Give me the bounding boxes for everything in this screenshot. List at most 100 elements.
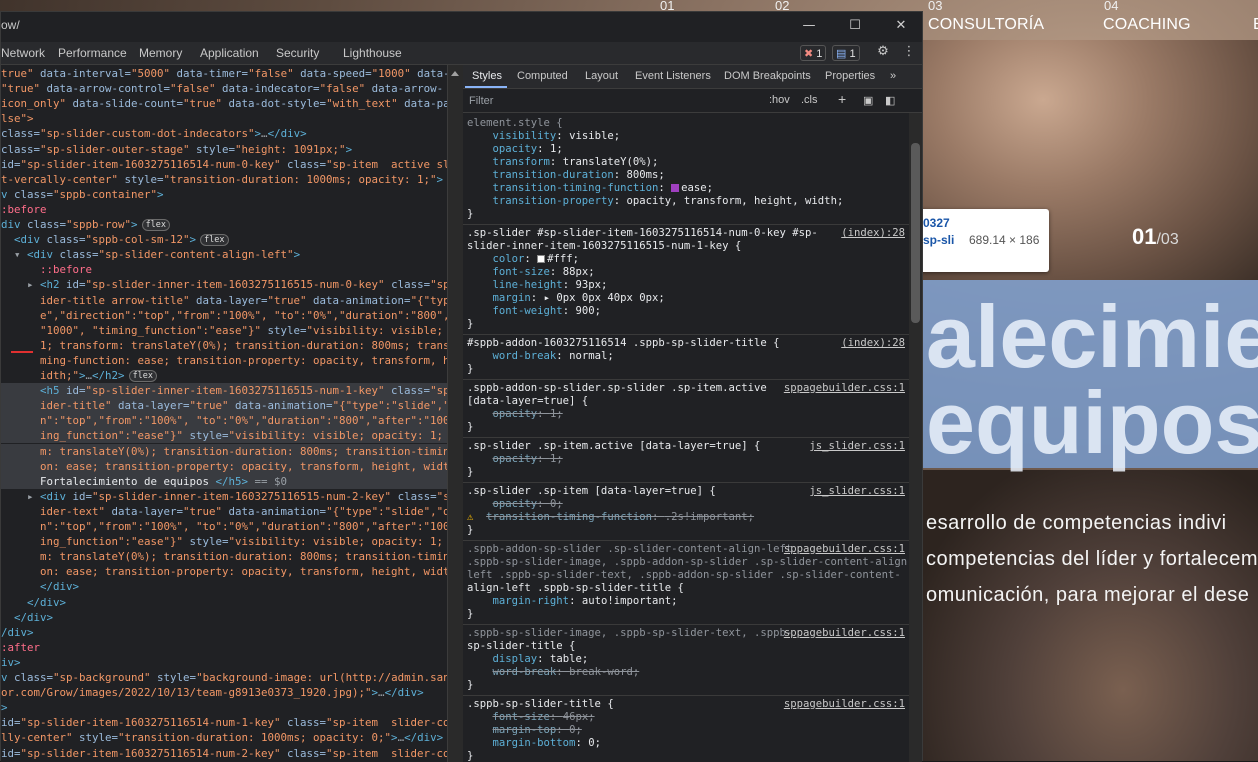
dom-tree-line[interactable]: idth;">…</h2>flex bbox=[1, 368, 447, 383]
nav-item-coaching[interactable]: COACHING bbox=[1103, 16, 1191, 34]
dom-tree-line[interactable]: Fortalecimiento de equipos </h5> == $0 bbox=[1, 474, 447, 489]
scroll-up-icon[interactable] bbox=[451, 71, 459, 76]
dom-tree-line[interactable]: true" data-interval="5000" data-timer="f… bbox=[1, 66, 447, 81]
dom-tree-line[interactable]: </div> bbox=[1, 579, 447, 594]
dom-tree-line[interactable]: "true" data-arrow-control="false" data-i… bbox=[1, 81, 447, 96]
elements-scrollbar[interactable] bbox=[447, 65, 463, 762]
css-declaration[interactable]: margin: ▸ 0px 0px 40px 0px; bbox=[467, 292, 665, 305]
css-source-link[interactable]: (index):28 bbox=[841, 337, 905, 350]
dom-tree-line[interactable]: on: ease; transition-property: opacity, … bbox=[1, 459, 447, 474]
css-source-link[interactable]: sppagebuilder.css:1 bbox=[784, 627, 905, 640]
css-declaration[interactable]: opacity: 1; bbox=[467, 408, 563, 421]
tab-styles[interactable]: Styles bbox=[472, 70, 502, 82]
tab-computed[interactable]: Computed bbox=[517, 70, 568, 82]
dom-tree-line[interactable]: "1000", "timing_function":"ease"}" style… bbox=[1, 323, 447, 338]
easing-editor-icon[interactable] bbox=[671, 184, 679, 192]
dom-tree-line[interactable]: t-vercally-center" style="transition-dur… bbox=[1, 172, 447, 187]
tab-event-listeners[interactable]: Event Listeners bbox=[635, 70, 711, 82]
dom-tree-line[interactable]: class="sp-slider-custom-dot-indecators">… bbox=[1, 126, 447, 141]
tab-properties[interactable]: Properties bbox=[825, 70, 875, 82]
dom-tree-line[interactable]: n":"top","from":"100%", "to":"0%","durat… bbox=[1, 519, 447, 534]
dom-tree-line[interactable]: ming-function: ease; transition-property… bbox=[1, 353, 447, 368]
gear-icon[interactable]: ⚙ bbox=[871, 42, 895, 62]
css-declaration[interactable]: word-break: normal; bbox=[467, 350, 614, 363]
more-options-icon[interactable]: ⋮ bbox=[897, 42, 921, 62]
dom-tree-line[interactable]: n":"top","from":"100%", "to":"0%","durat… bbox=[1, 413, 447, 428]
dom-tree-line[interactable]: /div> bbox=[1, 625, 447, 640]
nav-item-partial[interactable]: E bbox=[1253, 16, 1258, 34]
dom-tree-line[interactable]: :before bbox=[1, 202, 447, 217]
dom-tree-line[interactable]: </div> bbox=[1, 595, 447, 610]
dom-tree-line[interactable]: ::before bbox=[1, 262, 447, 277]
minimize-icon[interactable]: — bbox=[797, 16, 821, 36]
dom-tree-line[interactable]: id="sp-slider-item-1603275116514-num-0-k… bbox=[1, 157, 447, 172]
close-icon[interactable]: ✕ bbox=[889, 16, 913, 36]
dom-tree-line[interactable]: <h5 id="sp-slider-inner-item-16032751165… bbox=[1, 383, 447, 398]
scroll-thumb[interactable] bbox=[911, 143, 920, 323]
tab-dom-breakpoints[interactable]: DOM Breakpoints bbox=[724, 70, 811, 82]
css-declaration[interactable]: line-height: 93px; bbox=[467, 279, 607, 292]
dom-tree-line[interactable]: e","direction":"top","from":"100%", "to"… bbox=[1, 308, 447, 323]
flex-badge[interactable]: flex bbox=[200, 234, 228, 246]
error-count-badge[interactable]: ✖ 1 bbox=[800, 45, 826, 61]
dom-tree-line[interactable]: 1; transform: translateY(0%); transition… bbox=[1, 338, 447, 353]
more-tabs-icon[interactable]: » bbox=[890, 70, 896, 82]
dom-tree-line[interactable]: ider-title" data-layer="true" data-anima… bbox=[1, 398, 447, 413]
css-source-link[interactable]: sppagebuilder.css:1 bbox=[784, 543, 905, 556]
dom-tree-line[interactable]: div class="sppb-row">flex bbox=[1, 217, 447, 232]
flex-badge[interactable]: flex bbox=[142, 219, 170, 231]
dom-tree-line[interactable]: lse"> bbox=[1, 111, 447, 126]
css-declaration[interactable]: color: #fff; bbox=[467, 253, 579, 266]
dom-tree-line[interactable]: ▾ <div class="sp-slider-content-align-le… bbox=[1, 247, 447, 262]
css-declaration[interactable]: margin-top: 0; bbox=[467, 724, 582, 737]
css-source-link[interactable]: js_slider.css:1 bbox=[809, 485, 905, 498]
dom-tree-line[interactable]: :after bbox=[1, 640, 447, 655]
css-declaration[interactable]: ⚠ transition-timing-function: .2s!import… bbox=[467, 511, 754, 524]
css-declaration[interactable]: opacity: 1; bbox=[467, 453, 563, 466]
css-declaration[interactable]: visibility: visible; bbox=[467, 130, 620, 143]
css-source-link[interactable]: (index):28 bbox=[841, 227, 905, 240]
tab-security[interactable]: Security bbox=[276, 46, 319, 60]
css-source-link[interactable]: js_slider.css:1 bbox=[809, 440, 905, 453]
nav-item-consultoria[interactable]: CONSULTORÍA bbox=[928, 16, 1044, 34]
css-declaration[interactable]: font-weight: 900; bbox=[467, 305, 601, 318]
flex-badge[interactable]: flex bbox=[129, 370, 157, 382]
dom-tree-line[interactable]: > bbox=[1, 700, 447, 715]
dom-tree-line[interactable]: ▸ <h2 id="sp-slider-inner-item-160327511… bbox=[1, 277, 447, 292]
css-declaration[interactable]: opacity: 1; bbox=[467, 143, 563, 156]
css-declaration[interactable]: transition-duration: 800ms; bbox=[467, 169, 665, 182]
dom-tree-line[interactable]: m: translateY(0%); transition-duration: … bbox=[1, 549, 447, 564]
dom-tree-line[interactable]: iv> bbox=[1, 655, 447, 670]
css-declaration[interactable]: word-break: break-word; bbox=[467, 666, 639, 679]
dom-tree-line[interactable]: ider-text" data-layer="true" data-animat… bbox=[1, 504, 447, 519]
tab-layout[interactable]: Layout bbox=[585, 70, 618, 82]
css-declaration[interactable]: transition-property: opacity, transform,… bbox=[467, 195, 843, 208]
maximize-icon[interactable]: ☐ bbox=[843, 16, 867, 36]
dom-tree-line[interactable]: on: ease; transition-property: opacity, … bbox=[1, 564, 447, 579]
css-declaration[interactable]: margin-bottom: 0; bbox=[467, 737, 601, 750]
styles-filter-input[interactable] bbox=[467, 93, 757, 109]
css-declaration[interactable]: display: table; bbox=[467, 653, 588, 666]
dom-tree-line[interactable]: v class="sp-background" style="backgroun… bbox=[1, 670, 447, 685]
color-swatch-icon[interactable] bbox=[537, 255, 545, 263]
css-declaration[interactable]: transition-timing-function: ease; bbox=[467, 182, 713, 195]
dom-tree-line[interactable]: ▸ <div id="sp-slider-inner-item-16032751… bbox=[1, 489, 447, 504]
tab-lighthouse[interactable]: Lighthouse bbox=[343, 46, 402, 60]
tab-memory[interactable]: Memory bbox=[139, 46, 182, 60]
dom-tree-line[interactable]: id="sp-slider-item-1603275116514-num-1-k… bbox=[1, 715, 447, 730]
new-rule-button[interactable]: + bbox=[838, 91, 846, 107]
tab-network[interactable]: Network bbox=[1, 46, 45, 60]
css-source-link[interactable]: sppagebuilder.css:1 bbox=[784, 698, 905, 711]
css-declaration[interactable]: margin-right: auto!important; bbox=[467, 595, 678, 608]
dom-tree-line[interactable]: v class="sppb-container"> bbox=[1, 187, 447, 202]
dom-tree-line[interactable]: lly-center" style="transition-duration: … bbox=[1, 730, 447, 745]
css-declaration[interactable]: opacity: 0; bbox=[467, 498, 563, 511]
cls-toggle[interactable]: .cls bbox=[801, 94, 818, 106]
hov-toggle[interactable]: :hov bbox=[769, 94, 790, 106]
message-count-badge[interactable]: ▤ 1 bbox=[832, 45, 860, 61]
dom-tree-line[interactable]: icon_only" data-slide-count="true" data-… bbox=[1, 96, 447, 111]
dom-tree-line[interactable]: ider-title arrow-title" data-layer="true… bbox=[1, 293, 447, 308]
css-declaration[interactable]: transform: translateY(0%); bbox=[467, 156, 658, 169]
dom-tree-line[interactable]: id="sp-slider-item-1603275116514-num-2-k… bbox=[1, 746, 447, 761]
tab-performance[interactable]: Performance bbox=[58, 46, 127, 60]
